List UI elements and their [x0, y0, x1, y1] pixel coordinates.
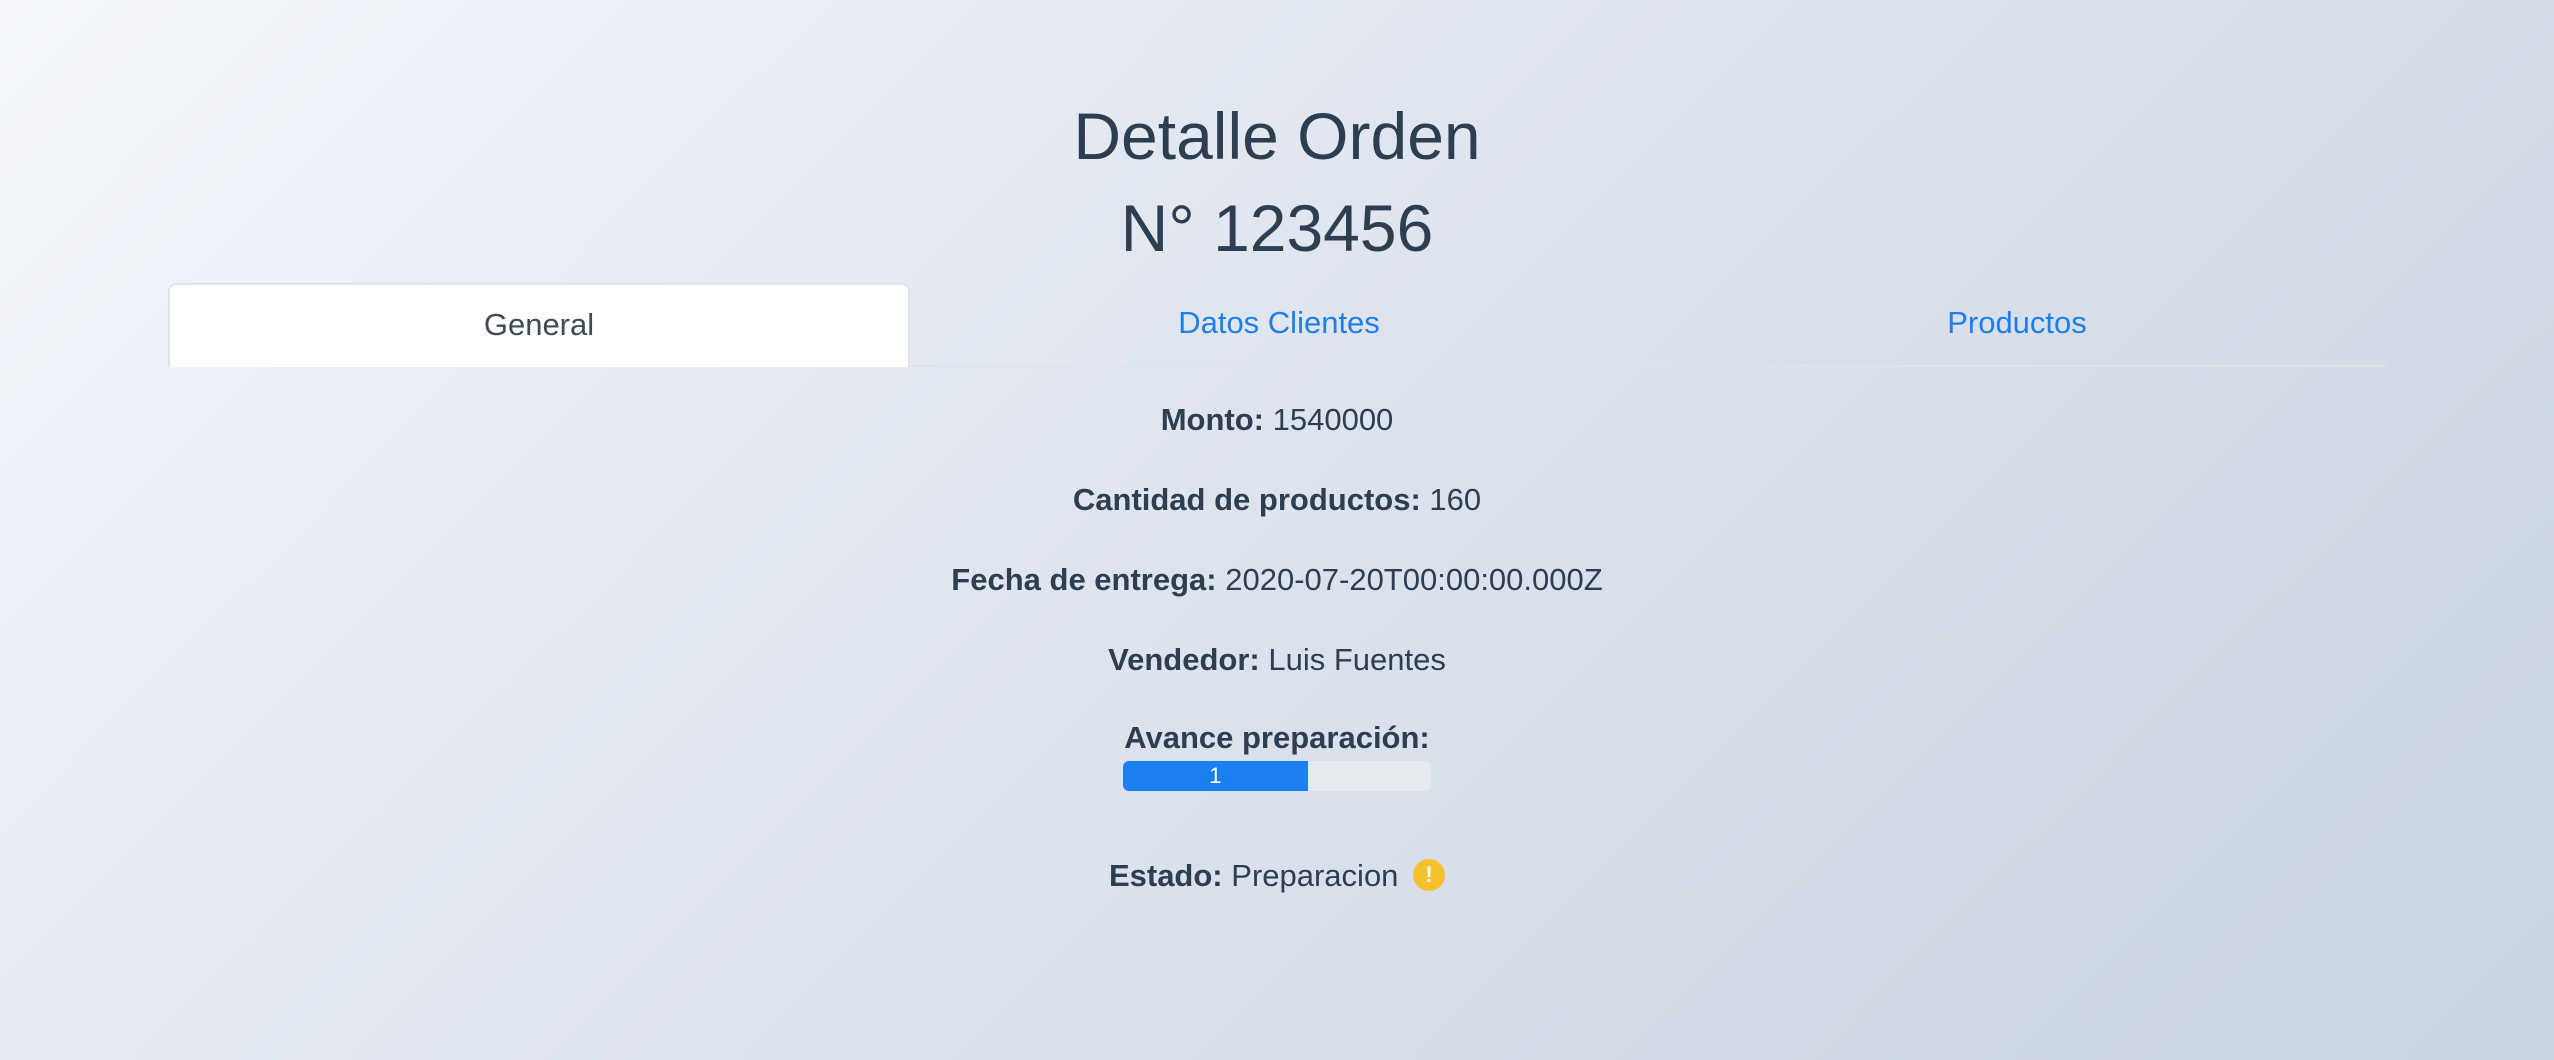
fecha-row: Fecha de entrega: 2020-07-20T00:00:00.00… [0, 555, 2554, 605]
avance-progress-fill: 1 [1123, 761, 1308, 791]
page-title-line1: Detalle Orden [1073, 99, 1481, 173]
vendedor-value: Luis Fuentes [1268, 642, 1446, 677]
cantidad-value: 160 [1429, 482, 1482, 517]
estado-label: Estado: [1108, 858, 1223, 893]
warning-icon: ! [1413, 858, 1446, 891]
monto-row: Monto: 1540000 [0, 395, 2554, 445]
monto-value: 1540000 [1272, 402, 1394, 437]
tab-datos-clientes[interactable]: Datos Clientes [910, 283, 1648, 365]
avance-row: Avance preparación: 1 [0, 715, 2554, 791]
avance-label: Avance preparación: [1124, 720, 1430, 755]
cantidad-row: Cantidad de productos: 160 [0, 475, 2554, 525]
monto-label: Monto: [1160, 402, 1264, 437]
vendedor-label: Vendedor: [1108, 642, 1260, 677]
vendedor-row: Vendedor: Luis Fuentes [0, 635, 2554, 685]
fecha-value: 2020-07-20T00:00:00.000Z [1225, 562, 1603, 597]
cantidad-label: Cantidad de productos: [1072, 482, 1421, 517]
general-details: Monto: 1540000 Cantidad de productos: 16… [0, 395, 2554, 931]
page-title: Detalle Orden N° 123456 [0, 90, 2554, 274]
estado-value: Preparacion [1231, 858, 1399, 893]
tab-bar: General Datos Clientes Productos [168, 283, 2386, 367]
estado-row: Estado: Preparacion ! [0, 851, 2554, 901]
tab-productos[interactable]: Productos [1648, 283, 2386, 365]
fecha-label: Fecha de entrega: [951, 562, 1217, 597]
order-detail-page: Detalle Orden N° 123456 General Datos Cl… [0, 0, 2554, 1060]
avance-progress-bar: 1 [1123, 761, 1431, 791]
tab-general[interactable]: General [168, 283, 910, 367]
order-number: N° 123456 [1120, 191, 1434, 265]
